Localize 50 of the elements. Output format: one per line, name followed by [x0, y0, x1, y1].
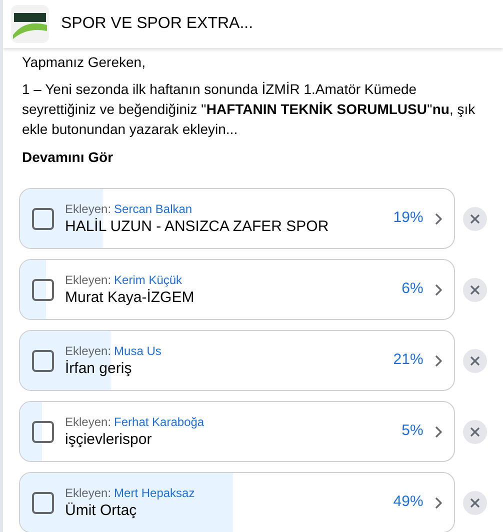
chevron-right-icon[interactable]	[434, 354, 442, 366]
chevron-right-icon[interactable]	[434, 426, 442, 438]
remove-button[interactable]	[463, 348, 487, 372]
author-link[interactable]: Sercan Balkan	[114, 200, 192, 216]
poll-option[interactable]: Ekleyen: Kerim Küçük Murat Kaya-İZGEM 6%	[19, 259, 456, 320]
vote-percent: 21%	[393, 350, 424, 370]
remove-button[interactable]	[463, 278, 487, 302]
poll-option[interactable]: Ekleyen: Sercan Balkan HALİL UZUN - ANSIZCA ZAFER SPOR 19%	[19, 188, 456, 249]
author-link[interactable]: Musa Us	[114, 342, 162, 358]
close-icon	[470, 498, 480, 508]
author-link[interactable]: Kerim Küçük	[114, 272, 182, 288]
poll-option[interactable]: Ekleyen: Mert Hepaksaz Ümit Ortaç 49%	[19, 472, 456, 532]
chevron-right-icon[interactable]	[434, 284, 442, 296]
added-by-label: Ekleyen:	[65, 200, 112, 216]
checkbox[interactable]	[32, 278, 54, 300]
close-icon	[470, 214, 480, 224]
option-text: İrfan geriş	[65, 358, 133, 378]
page-title: SPOR VE SPOR EXTRA...	[61, 14, 254, 34]
checkbox[interactable]	[32, 492, 54, 514]
author-link[interactable]: Ferhat Karaboğa	[114, 414, 204, 430]
vote-percent: 6%	[402, 279, 424, 300]
option-text: işçievlerispor	[65, 430, 153, 450]
author-link[interactable]: Mert Hepaksaz	[114, 484, 195, 500]
see-more-link[interactable]: Devamını Gör	[19, 147, 116, 168]
poll-option[interactable]: Ekleyen: Musa Us İrfan geriş 21%	[19, 330, 456, 391]
remove-button[interactable]	[463, 490, 487, 514]
close-icon	[470, 356, 480, 366]
vote-percent: 49%	[393, 492, 424, 512]
checkbox[interactable]	[32, 350, 54, 372]
logo-icon	[11, 5, 49, 43]
close-icon	[470, 284, 480, 294]
option-text: Murat Kaya-İZGEM	[65, 288, 196, 308]
post-body: 1 – Yeni sezonda ilk haftanın sonunda İZMİR 1.Amatör Kümede seyrettiğiniz ve beğendiğiniz ''HAFTANIN TEKNİK SORUMLUSU''nu, şık ekle butonundan yazarak ekleyin...	[21, 80, 476, 139]
added-by-label: Ekleyen:	[65, 414, 112, 430]
chevron-right-icon[interactable]	[434, 212, 442, 224]
checkbox[interactable]	[32, 420, 54, 442]
added-by-label: Ekleyen:	[65, 272, 112, 288]
checkbox[interactable]	[32, 208, 54, 230]
remove-button[interactable]	[463, 206, 487, 230]
added-by-label: Ekleyen:	[65, 342, 112, 358]
post-heading: Yapmanız Gereken,	[21, 53, 146, 72]
chevron-right-icon[interactable]	[434, 496, 442, 508]
vote-percent: 19%	[393, 208, 424, 228]
poll-option[interactable]: Ekleyen: Ferhat Karaboğa işçievlerispor 5%	[19, 401, 456, 462]
close-icon	[470, 426, 480, 436]
remove-button[interactable]	[463, 420, 487, 444]
option-text: Ümit Ortaç	[65, 500, 138, 520]
vote-percent: 5%	[402, 421, 424, 442]
added-by-label: Ekleyen:	[65, 484, 112, 500]
option-text: HALİL UZUN - ANSIZCA ZAFER SPOR	[65, 216, 330, 236]
